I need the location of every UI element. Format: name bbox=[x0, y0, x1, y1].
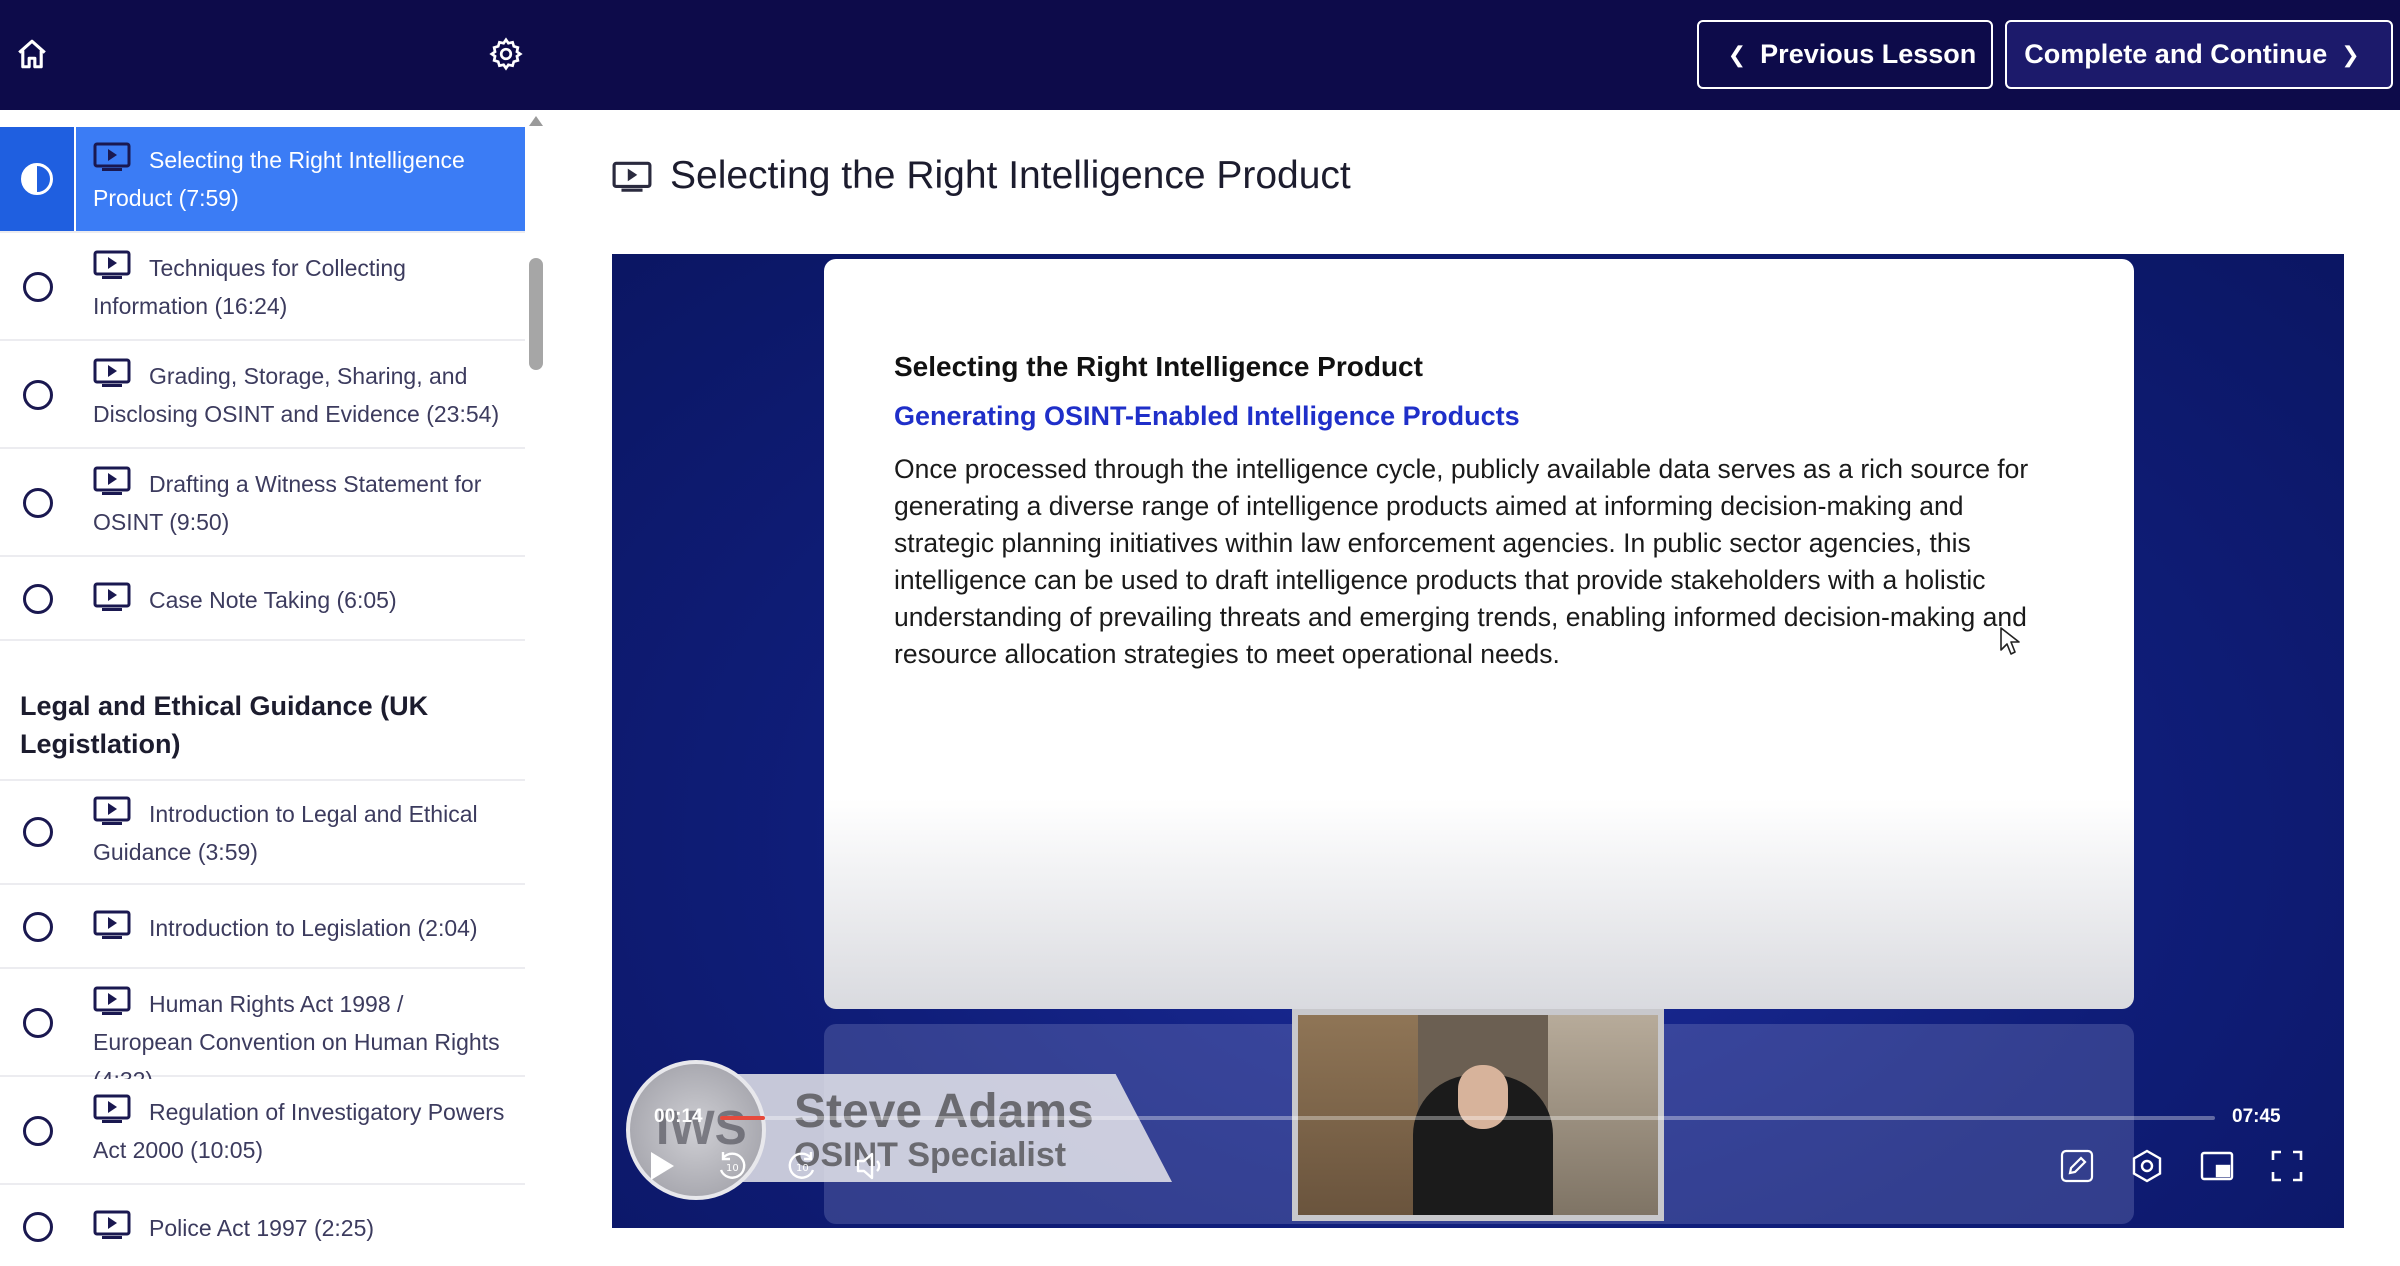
lesson-item[interactable]: Human Rights Act 1998 / European Convent… bbox=[0, 971, 525, 1093]
lesson-title: Techniques for Collecting Information (1… bbox=[93, 255, 406, 319]
presenter-name: Steve Adams bbox=[794, 1085, 1094, 1138]
course-sidebar: Selecting the Right Intelligence Product… bbox=[0, 0, 548, 1266]
scrollbar-thumb[interactable] bbox=[529, 258, 543, 370]
video-lesson-icon bbox=[93, 466, 131, 495]
lesson-item[interactable]: Grading, Storage, Sharing, and Disclosin… bbox=[0, 343, 525, 449]
home-icon[interactable] bbox=[12, 32, 52, 76]
incomplete-circle-icon bbox=[23, 1212, 53, 1242]
settings-gear-icon[interactable] bbox=[484, 32, 528, 76]
complete-and-continue-button[interactable]: Complete and Continue ❯ bbox=[2005, 20, 2393, 89]
lesson-title: Regulation of Investigatory Powers Act 2… bbox=[93, 1099, 505, 1163]
video-lesson-icon bbox=[93, 1094, 131, 1123]
scroll-up-arrow-icon[interactable] bbox=[529, 116, 543, 126]
lesson-title: Selecting the Right Intelligence Product… bbox=[93, 147, 465, 211]
video-lesson-icon bbox=[612, 161, 652, 192]
video-lesson-icon bbox=[93, 986, 131, 1015]
svg-text:10: 10 bbox=[796, 1163, 809, 1174]
lesson-title: Human Rights Act 1998 / European Convent… bbox=[93, 991, 500, 1093]
video-lesson-icon bbox=[93, 142, 131, 171]
picture-in-picture-icon[interactable] bbox=[2195, 1144, 2239, 1188]
incomplete-circle-icon bbox=[23, 1008, 53, 1038]
current-time: 00:14 bbox=[654, 1106, 703, 1127]
presentation-slide: Selecting the Right Intelligence Product… bbox=[824, 259, 2134, 1009]
incomplete-circle-icon bbox=[23, 488, 53, 518]
video-lesson-icon bbox=[93, 582, 131, 611]
incomplete-circle-icon bbox=[23, 1116, 53, 1146]
in-progress-status-icon bbox=[0, 127, 76, 231]
lesson-item[interactable]: Drafting a Witness Statement for OSINT (… bbox=[0, 451, 525, 557]
incomplete-circle-icon bbox=[23, 817, 53, 847]
presenter-role: OSINT Specialist bbox=[794, 1136, 1067, 1174]
video-progress-fill bbox=[720, 1116, 765, 1120]
lesson-item-current[interactable]: Selecting the Right Intelligence Product… bbox=[0, 127, 525, 233]
video-lesson-icon bbox=[93, 358, 131, 387]
forward-10-icon[interactable]: 10 bbox=[780, 1144, 824, 1188]
lesson-title: Introduction to Legal and Ethical Guidan… bbox=[93, 801, 478, 865]
complete-and-continue-label: Complete and Continue bbox=[2024, 39, 2328, 69]
previous-lesson-button[interactable]: ❮ Previous Lesson bbox=[1697, 20, 1993, 89]
incomplete-circle-icon bbox=[23, 584, 53, 614]
chevron-right-icon: ❯ bbox=[2341, 41, 2360, 67]
volume-icon[interactable] bbox=[850, 1144, 894, 1188]
lesson-item[interactable]: Techniques for Collecting Information (1… bbox=[0, 235, 525, 341]
lesson-item[interactable]: Case Note Taking (6:05) bbox=[0, 559, 525, 641]
settings-hexagon-icon[interactable] bbox=[2125, 1144, 2169, 1188]
lesson-title: Case Note Taking (6:05) bbox=[149, 587, 397, 613]
video-lesson-icon bbox=[93, 1210, 131, 1239]
lesson-heading: Selecting the Right Intelligence Product bbox=[670, 154, 1351, 197]
slide-subtitle: Generating OSINT-Enabled Intelligence Pr… bbox=[894, 401, 1520, 431]
annotate-pencil-icon[interactable] bbox=[2055, 1144, 2099, 1188]
video-lesson-icon bbox=[93, 796, 131, 825]
rewind-10-icon[interactable]: 10 bbox=[710, 1144, 754, 1188]
presenter-webcam bbox=[1292, 1009, 1664, 1221]
incomplete-circle-icon bbox=[23, 380, 53, 410]
lesson-item[interactable]: Introduction to Legal and Ethical Guidan… bbox=[0, 779, 525, 885]
lesson-title: Drafting a Witness Statement for OSINT (… bbox=[93, 471, 482, 535]
play-icon[interactable] bbox=[640, 1144, 684, 1188]
video-player[interactable]: Selecting the Right Intelligence Product… bbox=[612, 254, 2344, 1228]
lesson-list: Selecting the Right Intelligence Product… bbox=[0, 110, 525, 1266]
chevron-left-icon: ❮ bbox=[1727, 41, 1747, 67]
lesson-item[interactable]: Police Act 1997 (2:25) bbox=[0, 1187, 525, 1266]
fullscreen-icon[interactable] bbox=[2265, 1144, 2309, 1188]
lesson-item[interactable]: Introduction to Legislation (2:04) bbox=[0, 887, 525, 969]
incomplete-circle-icon bbox=[23, 912, 53, 942]
video-progress-bar[interactable] bbox=[720, 1116, 2215, 1120]
video-lesson-icon bbox=[93, 910, 131, 939]
svg-text:10: 10 bbox=[726, 1163, 739, 1174]
total-duration: 07:45 bbox=[2232, 1106, 2281, 1127]
slide-body-text: Once processed through the intelligence … bbox=[894, 454, 2029, 669]
lesson-title: Grading, Storage, Sharing, and Disclosin… bbox=[93, 363, 500, 427]
incomplete-circle-icon bbox=[23, 272, 53, 302]
lesson-title: Police Act 1997 (2:25) bbox=[149, 1215, 375, 1241]
slide-title: Selecting the Right Intelligence Product bbox=[894, 351, 1423, 382]
section-title: Legal and Ethical Guidance (UK Legistlat… bbox=[20, 691, 429, 759]
lesson-item[interactable]: Regulation of Investigatory Powers Act 2… bbox=[0, 1079, 525, 1185]
previous-lesson-label: Previous Lesson bbox=[1760, 39, 1977, 69]
lesson-title: Introduction to Legislation (2:04) bbox=[149, 915, 478, 941]
sidebar-header bbox=[0, 0, 548, 110]
mouse-cursor-icon bbox=[2000, 627, 2020, 655]
video-lesson-icon bbox=[93, 250, 131, 279]
